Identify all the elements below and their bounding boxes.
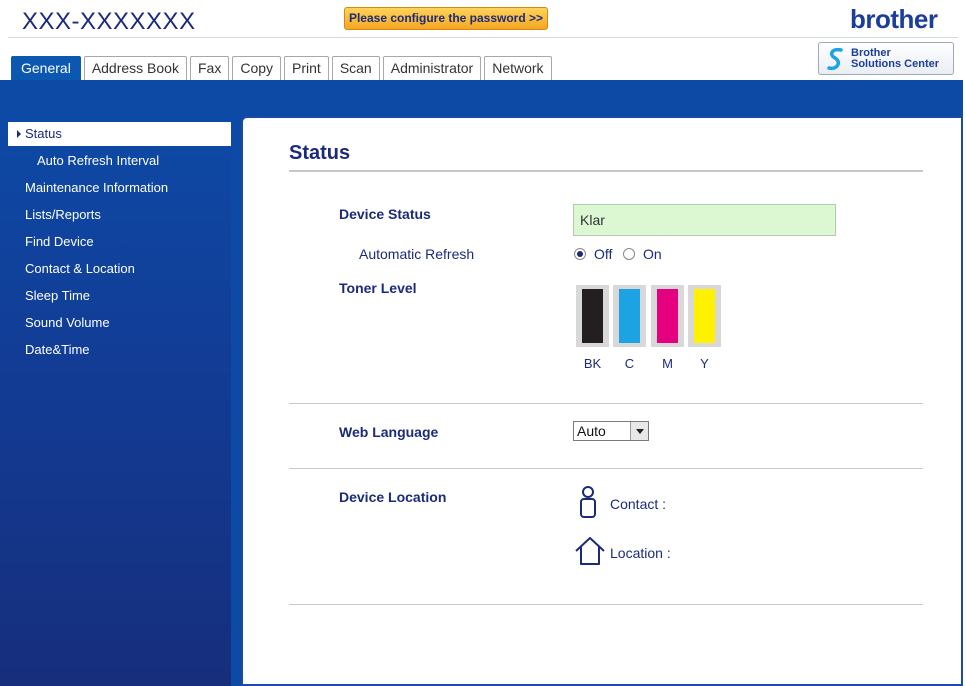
blue-band [0,80,963,108]
sidebar-item-find-device[interactable]: Find Device [0,230,231,254]
toner-level-label: Toner Level [339,280,417,296]
sidebar-item-label: Auto Refresh Interval [37,153,160,168]
arrow-right-icon [17,130,21,138]
tab-print[interactable]: Print [284,56,329,80]
automatic-refresh-label: Automatic Refresh [359,246,475,262]
sidebar-item-auto-refresh-interval[interactable]: Auto Refresh Interval [0,149,231,173]
sidebar-item-label: Sleep Time [25,288,91,303]
toner-m [651,285,684,347]
toner-bk-label: BK [583,356,602,371]
solutions-center-button[interactable]: Brother Solutions Center [818,42,954,75]
content-area: Status Device Status Klar Automatic Refr… [231,108,963,686]
solutions-line2: Solutions Center [851,58,940,70]
sidebar-item-sleep-time[interactable]: Sleep Time [0,284,231,308]
tab-general[interactable]: General [11,56,81,81]
radio-unselected-icon [623,248,635,260]
sidebar-item-label: Status [25,126,62,141]
toner-m-fill [657,289,678,343]
toner-c-label: C [624,356,635,371]
section-divider [289,604,923,605]
tab-copy[interactable]: Copy [232,56,282,80]
tab-administrator[interactable]: Administrator [382,56,482,80]
refresh-off-radio[interactable]: Off [574,246,612,262]
house-icon [575,537,605,565]
sidebar-item-label: Sound Volume [25,315,110,330]
refresh-on-label: On [643,246,662,262]
sidebar-item-maintenance-information[interactable]: Maintenance Information [0,176,231,200]
sidebar-item-sound-volume[interactable]: Sound Volume [0,311,231,335]
section-divider [289,403,923,404]
tab-address-book[interactable]: Address Book [83,56,187,80]
toner-c [613,285,646,347]
sidebar-item-label: Contact & Location [25,261,135,276]
toner-y-label: Y [700,356,709,371]
sidebar-item-status[interactable]: Status [8,122,231,146]
toner-m-label: M [662,356,673,371]
contact-label: Contact : [610,496,667,512]
web-language-value: Auto [577,423,606,439]
solutions-center-icon [827,47,843,71]
device-location-label: Device Location [339,489,447,505]
sidebar-item-label: Date&Time [25,342,90,357]
web-language-label: Web Language [339,424,439,440]
model-name: XXX-XXXXXXX [22,8,196,35]
status-panel: Status Device Status Klar Automatic Refr… [241,116,963,686]
main-tabs: General Address Book Fax Copy Print Scan… [11,56,552,81]
solutions-center-label: Brother Solutions Center [851,48,939,70]
radio-selected-icon [574,248,586,260]
tab-fax[interactable]: Fax [189,56,230,80]
tab-network[interactable]: Network [484,56,552,80]
page-title: Status [289,142,351,164]
device-status-value: Klar [573,204,836,236]
header: XXX-XXXXXXX Please configure the passwor… [0,0,966,82]
refresh-on-radio[interactable]: On [623,246,662,262]
person-icon [580,486,596,518]
brother-logo: brother [850,4,938,34]
toner-bk-fill [582,289,603,343]
toner-y [688,285,721,347]
tab-scan[interactable]: Scan [331,56,380,80]
toner-c-fill [619,289,640,343]
sidebar: Status Auto Refresh Interval Maintenance… [0,108,231,686]
toner-y-fill [694,289,715,343]
chevron-down-icon[interactable] [630,422,648,440]
sidebar-item-label: Lists/Reports [25,207,101,222]
section-divider [289,468,923,469]
sidebar-item-label: Find Device [25,234,94,249]
toner-bk [576,285,609,347]
header-divider [8,37,958,38]
configure-password-button[interactable]: Please configure the password >> [344,7,548,30]
refresh-off-label: Off [594,246,613,262]
sidebar-item-lists-reports[interactable]: Lists/Reports [0,203,231,227]
sidebar-item-date-time[interactable]: Date&Time [0,338,231,362]
title-divider [289,170,923,172]
sidebar-item-contact-location[interactable]: Contact & Location [0,257,231,281]
web-language-select[interactable]: Auto [573,421,649,441]
sidebar-item-label: Maintenance Information [25,180,169,195]
device-status-label: Device Status [339,206,431,222]
location-label: Location : [610,545,671,561]
